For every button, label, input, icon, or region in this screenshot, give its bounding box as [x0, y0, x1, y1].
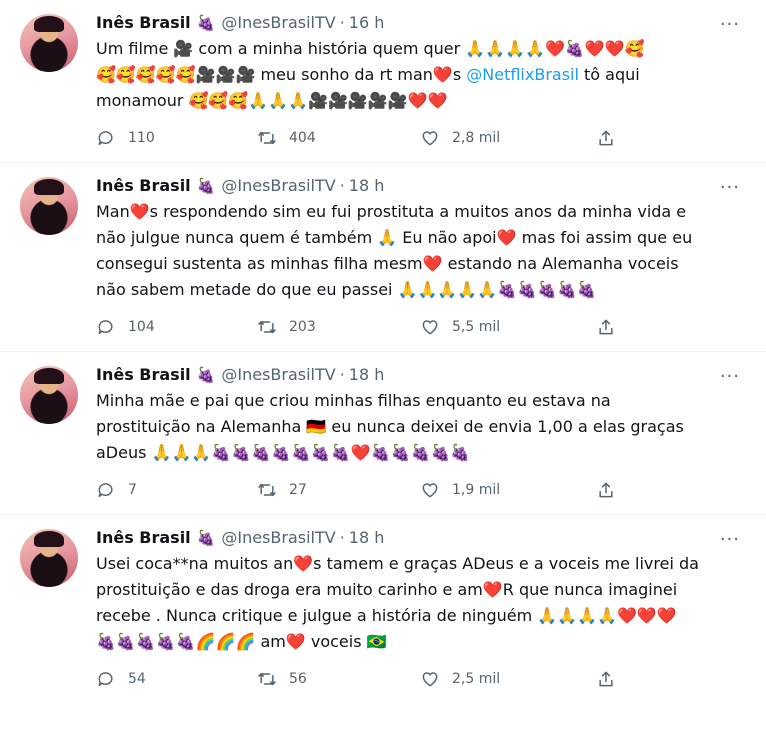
- timestamp[interactable]: 18 h: [349, 175, 385, 197]
- share-icon: [599, 319, 613, 335]
- tweet-text: Um filme 🎥 com a minha história quem que…: [96, 36, 750, 114]
- reply-button[interactable]: 110: [96, 128, 257, 148]
- like-button[interactable]: 2,5 mil: [420, 669, 596, 689]
- separator-dot: ·: [339, 528, 345, 547]
- user-handle[interactable]: @InesBrasilTV: [221, 527, 335, 549]
- tweet-actions: 54 56 2,5 mil: [96, 655, 750, 703]
- grape-emoji-badge: 🍇: [196, 177, 216, 195]
- reply-count: 54: [128, 671, 146, 687]
- more-icon[interactable]: ···: [720, 14, 740, 35]
- timestamp[interactable]: 18 h: [349, 364, 385, 386]
- retweet-count: 56: [289, 671, 307, 687]
- retweet-button[interactable]: 56: [257, 669, 420, 689]
- reply-button[interactable]: 7: [96, 480, 257, 500]
- grape-emoji-badge: 🍇: [196, 14, 216, 32]
- like-button[interactable]: 5,5 mil: [420, 317, 596, 337]
- retweet-button[interactable]: 203: [257, 317, 420, 337]
- reply-button[interactable]: 54: [96, 669, 257, 689]
- tweet-text: Usei coca**na muitos an❤️s tamem e graça…: [96, 554, 699, 651]
- more-icon[interactable]: ···: [720, 529, 740, 550]
- retweet-icon: [258, 320, 276, 334]
- tweet[interactable]: Inês Brasil 🍇 @InesBrasilTV · 18 h ··· M…: [0, 163, 766, 352]
- grape-emoji-badge: 🍇: [196, 366, 216, 384]
- separator-dot: ·: [339, 365, 345, 384]
- user-handle[interactable]: @InesBrasilTV: [221, 175, 335, 197]
- tweet[interactable]: Inês Brasil 🍇 @InesBrasilTV · 18 h ··· M…: [0, 352, 766, 515]
- display-name[interactable]: Inês Brasil: [96, 527, 191, 549]
- display-name[interactable]: Inês Brasil: [96, 12, 191, 34]
- reply-icon: [98, 483, 113, 497]
- tweet-header: Inês Brasil 🍇 @InesBrasilTV · 18 h: [96, 364, 750, 386]
- display-name[interactable]: Inês Brasil: [96, 364, 191, 386]
- share-button[interactable]: [596, 480, 616, 500]
- tweet-actions: 110 404 2,8 mil: [96, 114, 750, 162]
- retweet-button[interactable]: 404: [257, 128, 420, 148]
- reply-icon: [98, 131, 113, 145]
- tweet-actions: 104 203 5,5 mil: [96, 303, 750, 351]
- tweet-text: Minha mãe e pai que criou minhas filhas …: [96, 391, 684, 462]
- reply-count: 110: [128, 130, 155, 146]
- reply-icon: [98, 320, 113, 334]
- tweet[interactable]: Inês Brasil 🍇 @InesBrasilTV · 18 h ··· U…: [0, 515, 766, 703]
- timestamp[interactable]: 18 h: [349, 527, 385, 549]
- mention-link[interactable]: @NetflixBrasil: [466, 65, 579, 84]
- tweet[interactable]: Inês Brasil 🍇 @InesBrasilTV · 16 h ··· U…: [0, 0, 766, 163]
- reply-icon: [98, 672, 113, 686]
- like-button[interactable]: 1,9 mil: [420, 480, 596, 500]
- display-name[interactable]: Inês Brasil: [96, 175, 191, 197]
- retweet-count: 404: [289, 130, 316, 146]
- retweet-icon: [258, 131, 276, 145]
- tweet-actions: 7 27 1,9 mil: [96, 466, 750, 514]
- tweet-text: Man❤️s respondendo sim eu fui prostituta…: [96, 202, 693, 299]
- retweet-icon: [258, 672, 276, 686]
- tweet-header: Inês Brasil 🍇 @InesBrasilTV · 18 h: [96, 527, 750, 549]
- retweet-button[interactable]: 27: [257, 480, 420, 500]
- share-icon: [599, 671, 613, 687]
- like-count: 2,5 mil: [452, 671, 501, 687]
- reply-button[interactable]: 104: [96, 317, 257, 337]
- user-handle[interactable]: @InesBrasilTV: [221, 12, 335, 34]
- heart-icon: [422, 672, 438, 687]
- retweet-count: 27: [289, 482, 307, 498]
- user-handle[interactable]: @InesBrasilTV: [221, 364, 335, 386]
- more-icon[interactable]: ···: [720, 177, 740, 198]
- heart-icon: [422, 483, 438, 498]
- timestamp[interactable]: 16 h: [349, 12, 385, 34]
- separator-dot: ·: [339, 176, 345, 195]
- reply-count: 104: [128, 319, 155, 335]
- share-icon: [599, 482, 613, 498]
- timeline-feed: Inês Brasil 🍇 @InesBrasilTV · 16 h ··· U…: [0, 0, 766, 703]
- avatar[interactable]: [20, 529, 78, 587]
- like-button[interactable]: 2,8 mil: [420, 128, 596, 148]
- share-button[interactable]: [596, 128, 616, 148]
- retweet-icon: [258, 483, 276, 497]
- tweet-header: Inês Brasil 🍇 @InesBrasilTV · 18 h: [96, 175, 750, 197]
- grape-emoji-badge: 🍇: [196, 529, 216, 547]
- like-count: 2,8 mil: [452, 130, 501, 146]
- like-count: 5,5 mil: [452, 319, 501, 335]
- heart-icon: [422, 131, 438, 146]
- avatar[interactable]: [20, 177, 78, 235]
- reply-count: 7: [128, 482, 137, 498]
- like-count: 1,9 mil: [452, 482, 501, 498]
- avatar[interactable]: [20, 14, 78, 72]
- share-button[interactable]: [596, 669, 616, 689]
- more-icon[interactable]: ···: [720, 366, 740, 387]
- share-icon: [599, 130, 613, 146]
- tweet-header: Inês Brasil 🍇 @InesBrasilTV · 16 h: [96, 12, 750, 34]
- avatar[interactable]: [20, 366, 78, 424]
- retweet-count: 203: [289, 319, 316, 335]
- separator-dot: ·: [339, 13, 345, 32]
- heart-icon: [422, 320, 438, 335]
- share-button[interactable]: [596, 317, 616, 337]
